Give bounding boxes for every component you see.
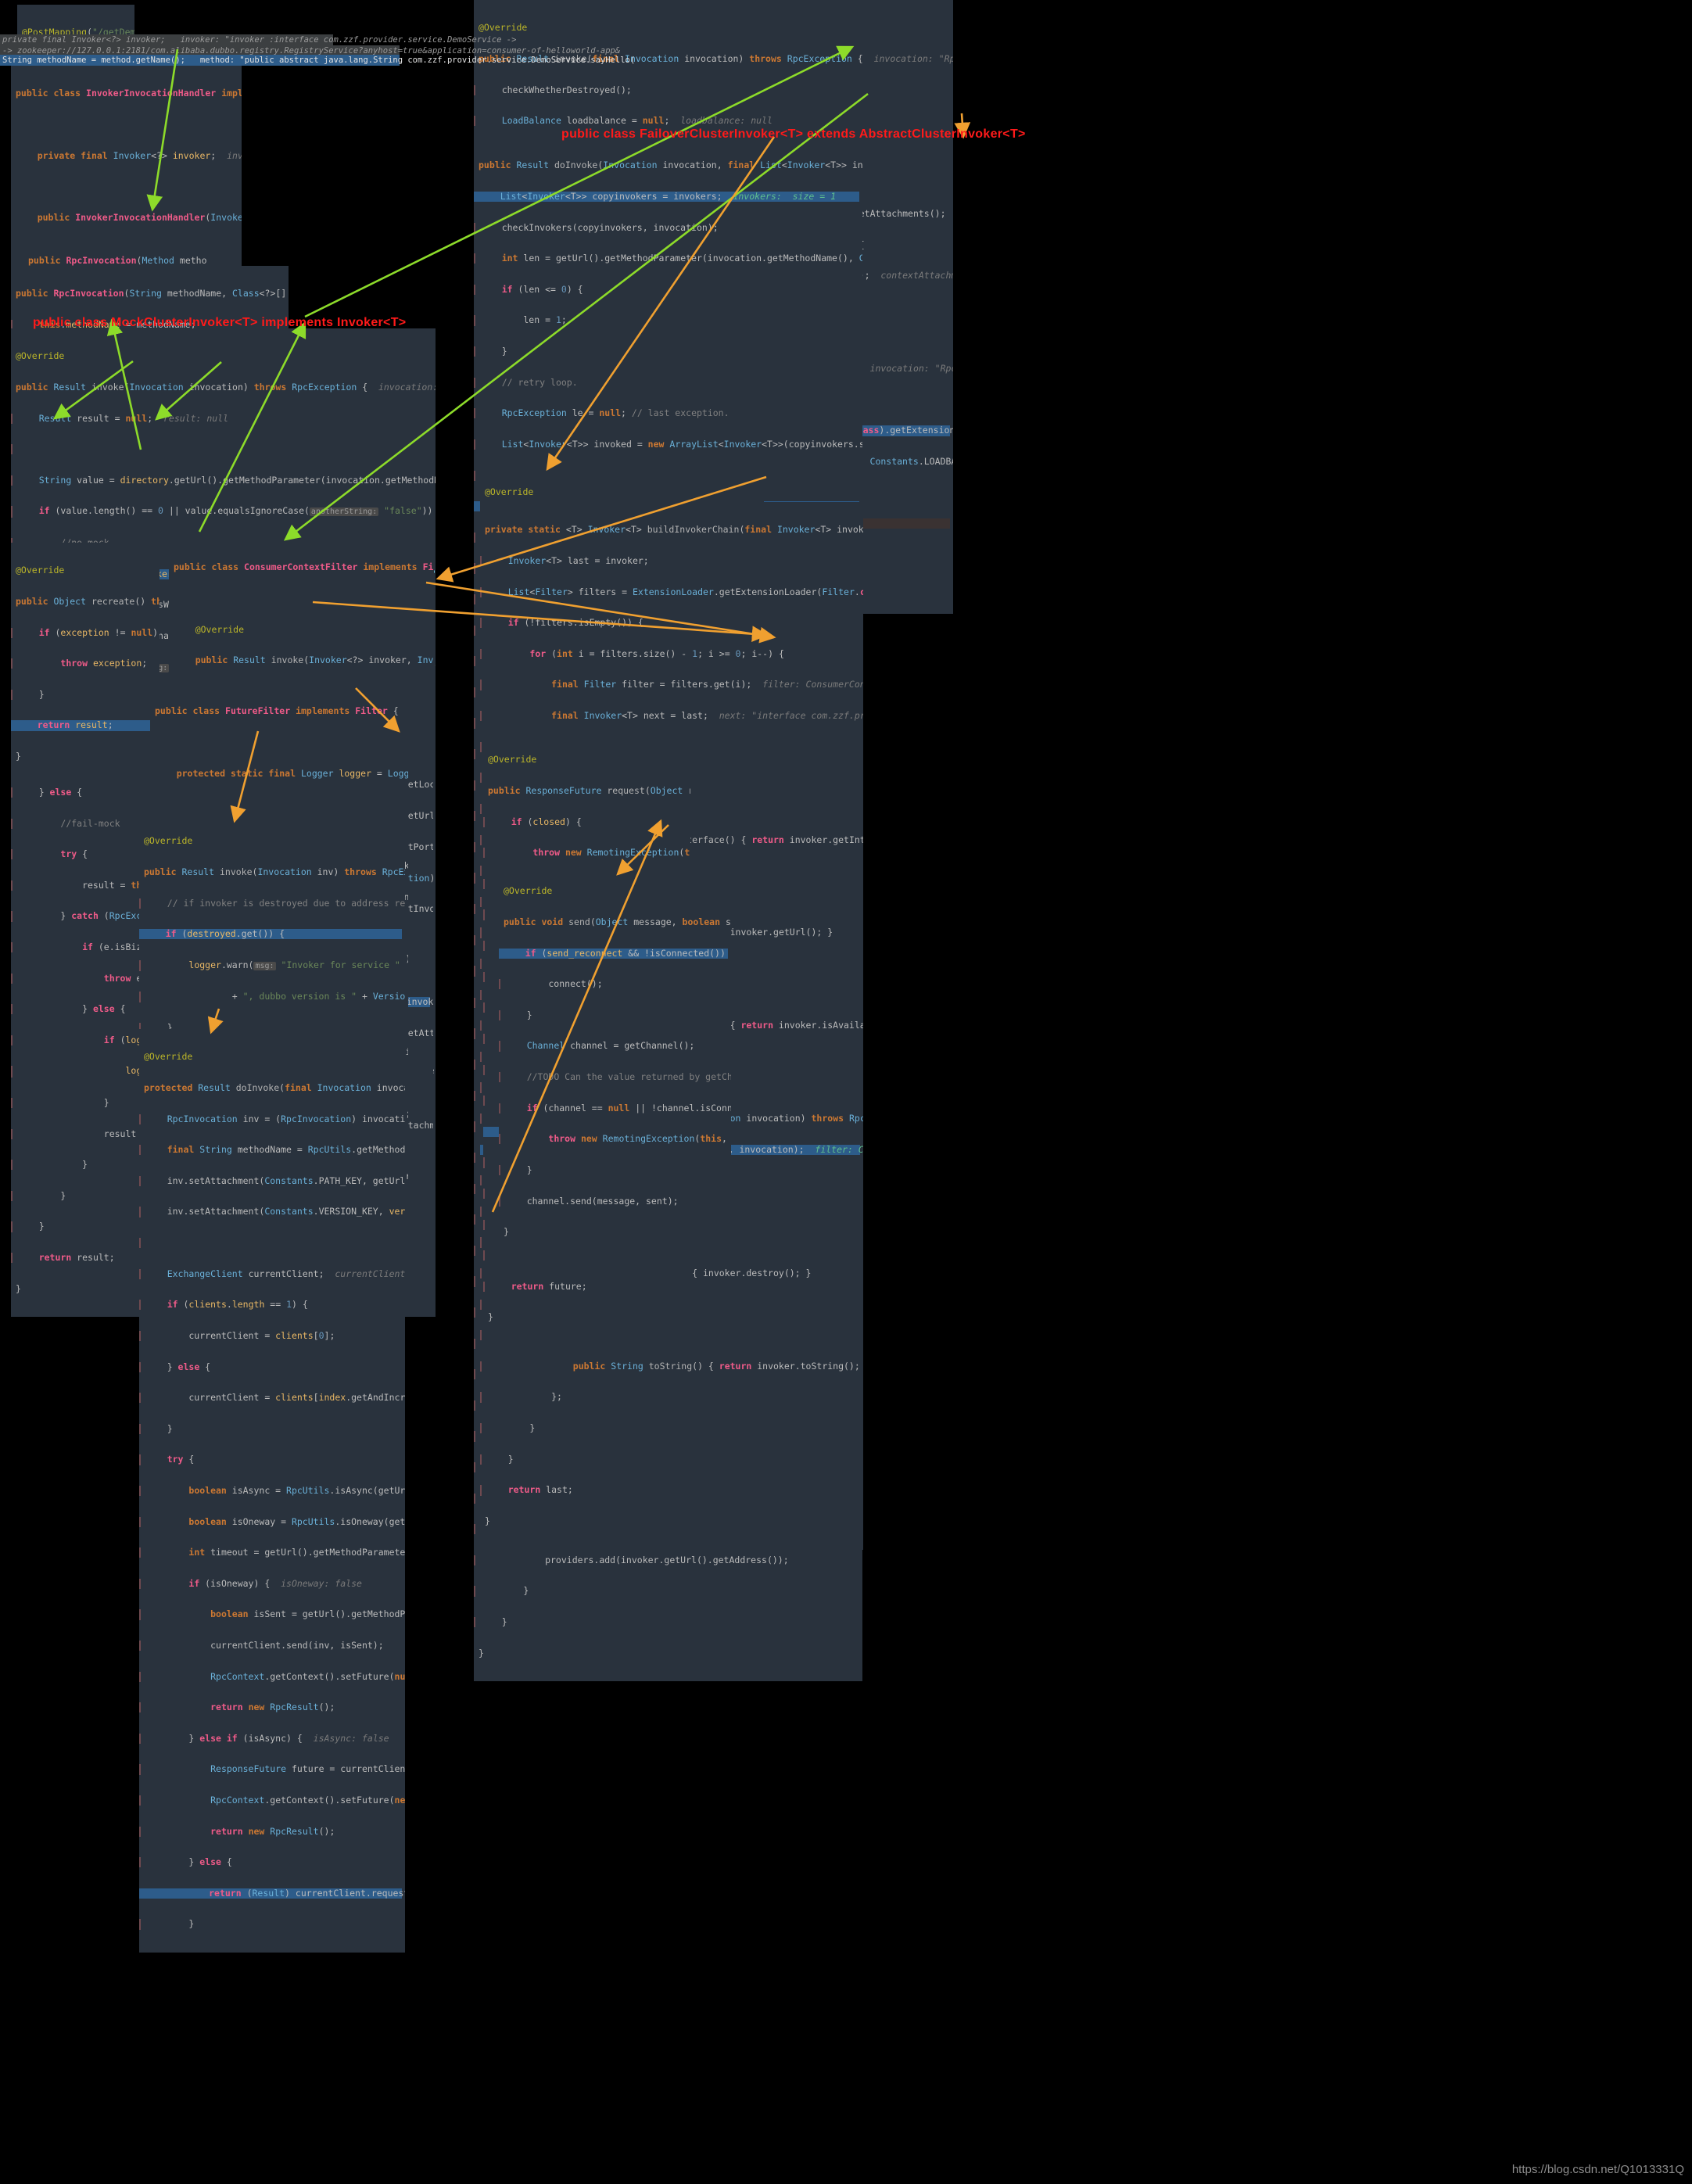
strip-methodname: String methodName = method.getName(); me… [0,55,635,66]
code-block-netty-channel-send[interactable]: @Override public void send(Object messag… [499,863,731,1261]
code-block-dubbo-invoker[interactable]: @Override protected Result doInvoke(fina… [139,1029,405,1953]
annotation-failover-cluster-invoker: public class FailoverClusterInvoker<T> e… [561,127,1026,141]
strip-invoker-field: private final Invoker<?> invoker; invoke… [0,34,516,45]
diagram-canvas: public class MockClusterInvoker<T> imple… [0,0,1692,2184]
watermark: https://blog.csdn.net/Q1013331Q [1511,2163,1684,2176]
annotation-mock-cluster-invoker: public class MockClusterInvoker<T> imple… [33,316,407,329]
code-block-recreate[interactable]: @Override public Object recreate() throw… [11,543,160,785]
